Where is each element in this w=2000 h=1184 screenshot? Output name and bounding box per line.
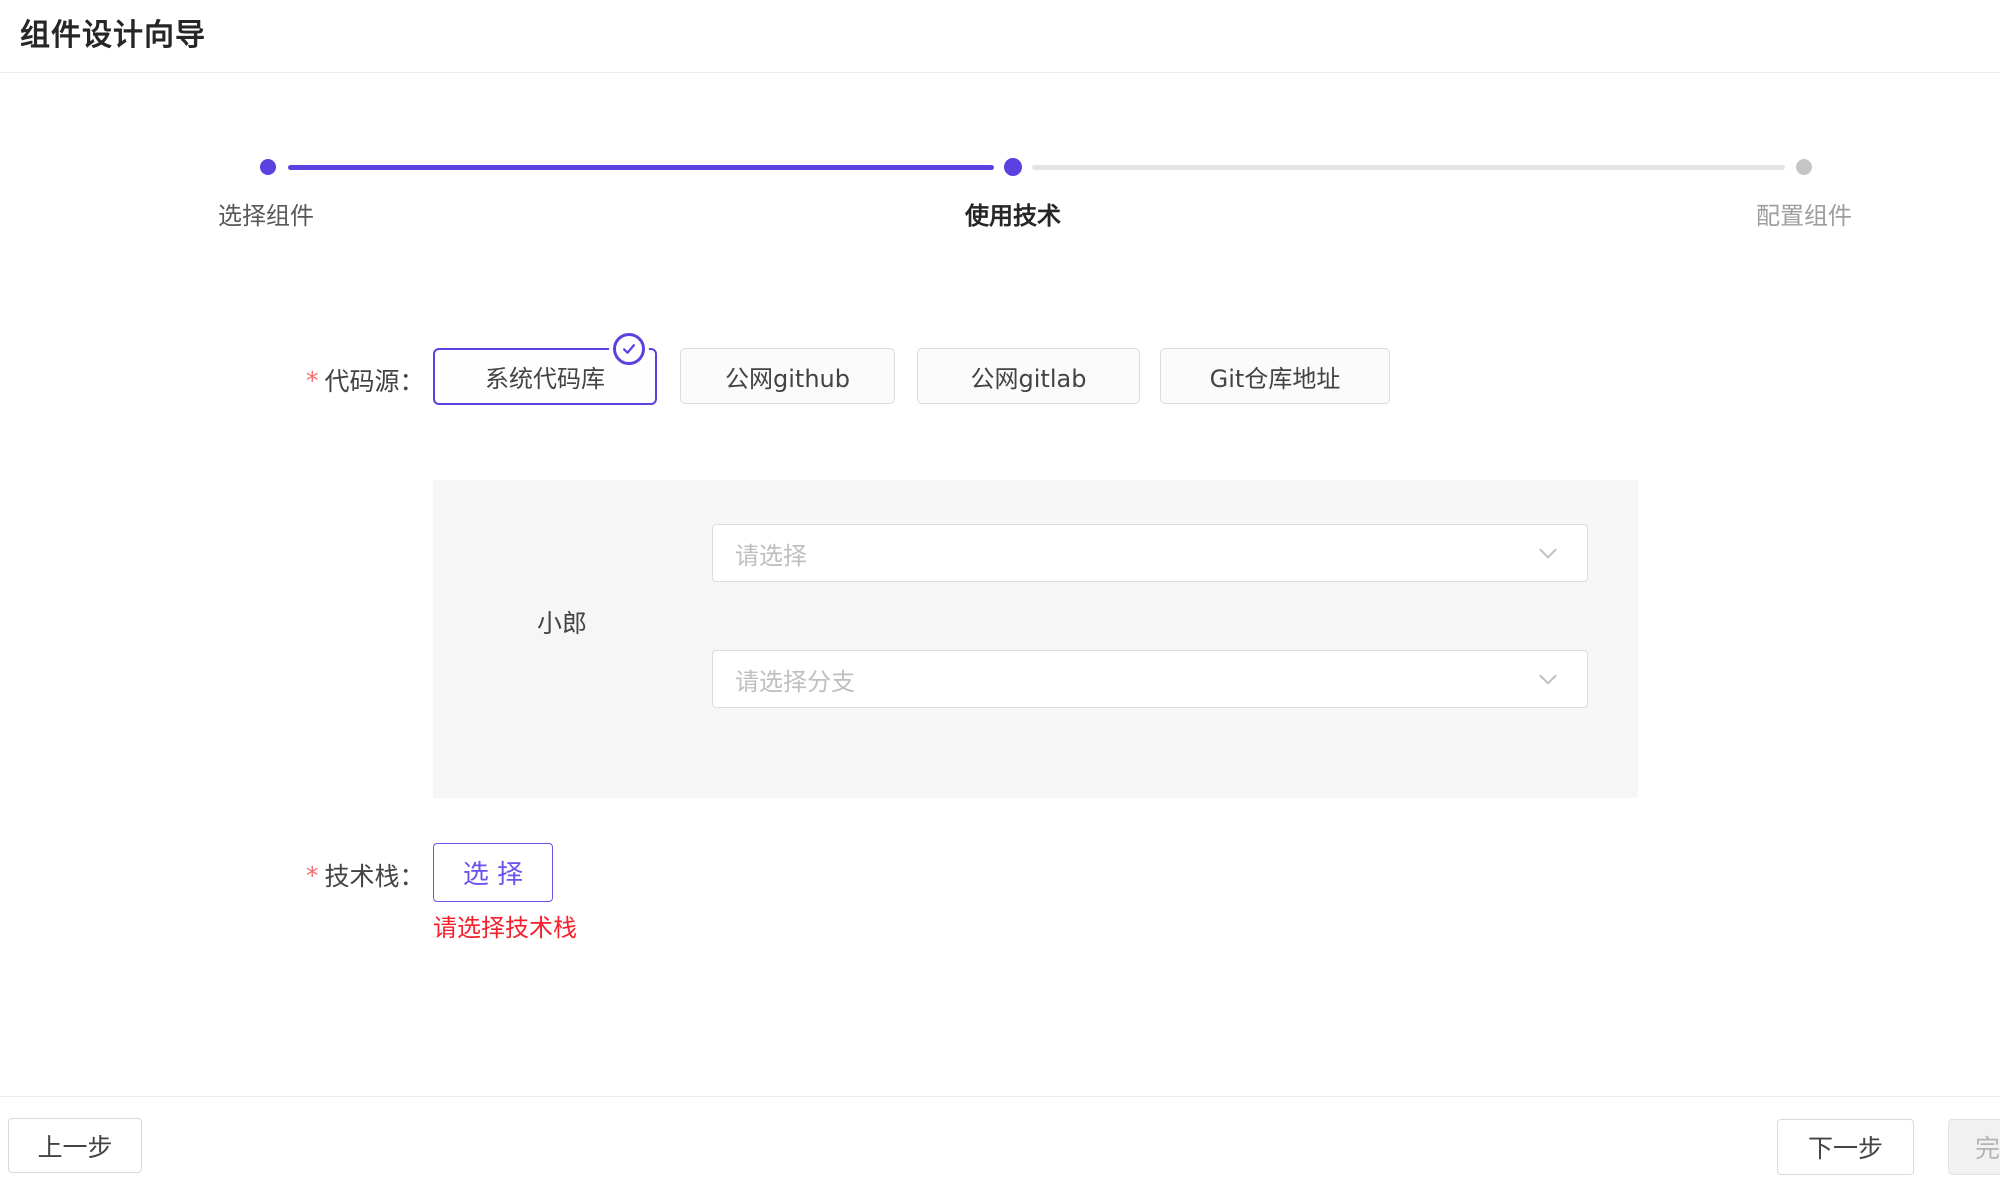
chevron-down-icon [1535, 540, 1561, 566]
header-divider [0, 72, 2000, 73]
code-source-option-github[interactable]: 公网github [680, 348, 895, 404]
repo-select[interactable]: 请选择 [712, 524, 1588, 582]
chevron-down-icon [1535, 666, 1561, 692]
tech-stack-label-row: * 技术栈： [306, 857, 425, 893]
step-label-select-component: 选择组件 [156, 196, 376, 231]
branch-select[interactable]: 请选择分支 [712, 650, 1588, 708]
tech-stack-error-message: 请选择技术栈 [433, 908, 577, 943]
step-dot-configure-component [1796, 159, 1812, 175]
code-source-option-label: 系统代码库 [485, 359, 605, 394]
branch-select-placeholder: 请选择分支 [735, 662, 1535, 697]
finish-button[interactable]: 完成 [1948, 1119, 2000, 1175]
next-step-button[interactable]: 下一步 [1777, 1119, 1914, 1175]
prev-step-button[interactable]: 上一步 [8, 1118, 142, 1173]
code-source-option-gitlab[interactable]: 公网gitlab [917, 348, 1140, 404]
step-dot-use-technology [1004, 158, 1022, 176]
repo-panel: 小郎 请选择 请选择分支 [433, 480, 1638, 798]
progress-line-done [288, 165, 994, 170]
progress-line-pending [1032, 165, 1785, 170]
code-source-label: 代码源： [325, 362, 425, 398]
code-source-label-row: * 代码源： [306, 362, 425, 398]
code-source-option-system-repo[interactable]: 系统代码库 [433, 348, 657, 405]
code-source-option-label: 公网gitlab [971, 359, 1087, 394]
footer-divider [0, 1096, 2000, 1097]
required-asterisk: * [306, 366, 319, 395]
repo-name-label: 小郎 [537, 604, 587, 640]
code-source-option-label: 公网github [725, 359, 850, 394]
code-source-option-git-url[interactable]: Git仓库地址 [1160, 348, 1390, 404]
step-dot-select-component [260, 159, 276, 175]
required-asterisk: * [306, 861, 319, 890]
tech-stack-choose-button[interactable]: 选 择 [433, 843, 553, 902]
page-title: 组件设计向导 [20, 10, 206, 54]
tech-stack-label: 技术栈： [325, 857, 425, 893]
selected-check-badge [613, 333, 645, 365]
step-label-use-technology: 使用技术 [903, 196, 1123, 231]
code-source-option-label: Git仓库地址 [1210, 359, 1341, 394]
check-icon [620, 340, 638, 358]
step-label-configure-component: 配置组件 [1694, 196, 1914, 231]
repo-select-placeholder: 请选择 [735, 536, 1535, 571]
